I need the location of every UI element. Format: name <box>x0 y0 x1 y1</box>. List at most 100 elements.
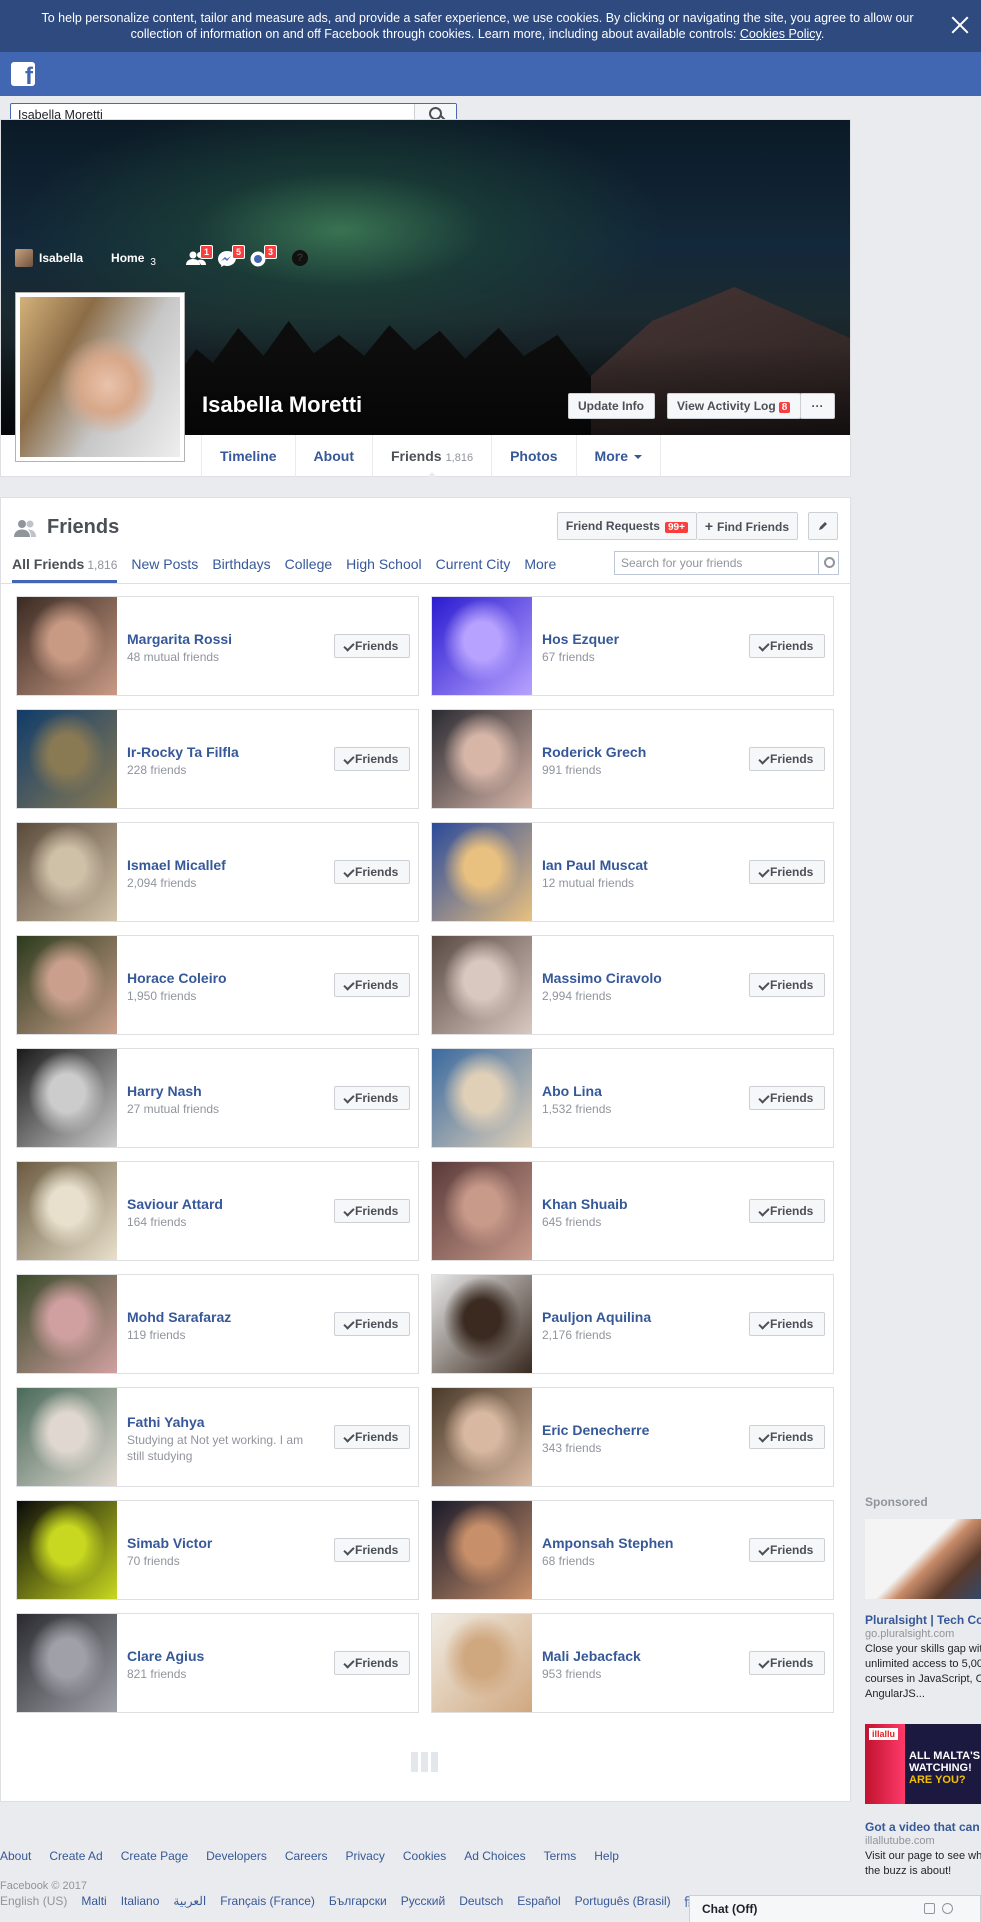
friend-photo[interactable] <box>17 1049 117 1147</box>
friend-subtitle[interactable]: Studying at Not yet working. I am still … <box>127 1432 307 1464</box>
language-link[interactable]: العربية <box>173 1894 206 1911</box>
friend-subtitle[interactable]: 68 friends <box>542 1553 722 1569</box>
subtab-current-city[interactable]: Current City <box>436 554 511 575</box>
friend-subtitle[interactable]: 1,950 friends <box>127 988 307 1004</box>
language-link[interactable]: Русский <box>401 1894 446 1911</box>
ad-image[interactable]: illallu ALL MALTA'S WATCHING! ARE YOU? <box>865 1724 981 1804</box>
avatar[interactable] <box>15 249 33 267</box>
subtab-new-posts[interactable]: New Posts <box>131 554 198 575</box>
friend-name[interactable]: Ir-Rocky Ta Filfla <box>127 744 239 760</box>
friend-photo[interactable] <box>432 936 532 1034</box>
friends-status-button[interactable]: Friends <box>749 1199 825 1223</box>
friend-photo[interactable] <box>17 936 117 1034</box>
ad-url[interactable]: illallutube.com <box>865 1835 981 1847</box>
friends-search-input[interactable] <box>615 552 815 574</box>
friends-status-button[interactable]: Friends <box>749 1538 825 1562</box>
friend-subtitle[interactable]: 2,994 friends <box>542 988 722 1004</box>
friend-name[interactable]: Mali Jebacfack <box>542 1648 641 1664</box>
friend-photo[interactable] <box>432 1501 532 1599</box>
friend-subtitle[interactable]: 2,176 friends <box>542 1327 722 1343</box>
friend-photo[interactable] <box>17 1275 117 1373</box>
friend-photo[interactable] <box>17 710 117 808</box>
friend-name[interactable]: Horace Coleiro <box>127 970 227 986</box>
friend-subtitle[interactable]: 27 mutual friends <box>127 1101 307 1117</box>
language-link[interactable]: Italiano <box>121 1894 160 1911</box>
friends-status-button[interactable]: Friends <box>334 860 410 884</box>
messages-icon[interactable]: 5 <box>217 245 245 267</box>
language-link[interactable]: Français (France) <box>220 1894 315 1911</box>
friend-name[interactable]: Ian Paul Muscat <box>542 857 648 873</box>
friend-subtitle[interactable]: 645 friends <box>542 1214 722 1230</box>
friend-subtitle[interactable]: 119 friends <box>127 1327 307 1343</box>
nav-home-link[interactable]: Home <box>111 251 144 265</box>
friend-name[interactable]: Margarita Rossi <box>127 631 232 647</box>
friend-name[interactable]: Clare Agius <box>127 1648 204 1664</box>
notifications-icon[interactable]: 3 <box>250 245 277 267</box>
friend-name[interactable]: Fathi Yahya <box>127 1414 205 1430</box>
tab-photos[interactable]: Photos <box>491 435 575 477</box>
tab-timeline[interactable]: Timeline <box>201 435 295 477</box>
friends-status-button[interactable]: Friends <box>334 1538 410 1562</box>
footer-link[interactable]: About <box>0 1849 31 1863</box>
friends-status-button[interactable]: Friends <box>334 747 410 771</box>
close-icon[interactable] <box>949 14 971 36</box>
friend-subtitle[interactable]: 343 friends <box>542 1440 722 1456</box>
friend-photo[interactable] <box>432 597 532 695</box>
friend-photo[interactable] <box>432 710 532 808</box>
friend-requests-button[interactable]: Friend Requests 99+ <box>556 512 697 540</box>
friend-name[interactable]: Mohd Sarafaraz <box>127 1309 231 1325</box>
friend-subtitle[interactable]: 67 friends <box>542 649 722 665</box>
nav-user-link[interactable]: Isabella <box>39 251 83 265</box>
friends-status-button[interactable]: Friends <box>334 1199 410 1223</box>
friend-subtitle[interactable]: 821 friends <box>127 1666 307 1682</box>
friend-name[interactable]: Abo Lina <box>542 1083 602 1099</box>
subtab-high-school[interactable]: High School <box>346 554 422 575</box>
ad-image[interactable] <box>865 1519 981 1599</box>
tab-more[interactable]: More <box>575 435 661 477</box>
friend-name[interactable]: Amponsah Stephen <box>542 1535 673 1551</box>
friends-status-button[interactable]: Friends <box>749 747 825 771</box>
friend-photo[interactable] <box>17 823 117 921</box>
friends-status-button[interactable]: Friends <box>749 1651 825 1675</box>
facebook-logo[interactable]: f <box>11 62 35 86</box>
language-link[interactable]: Português (Brasil) <box>575 1894 671 1911</box>
subtab-birthdays[interactable]: Birthdays <box>212 554 270 575</box>
friend-name[interactable]: Massimo Ciravolo <box>542 970 662 986</box>
friends-status-button[interactable]: Friends <box>749 1425 825 1449</box>
friends-status-button[interactable]: Friends <box>749 860 825 884</box>
find-friends-button[interactable]: + Find Friends <box>696 512 798 540</box>
friend-photo[interactable] <box>432 1388 532 1486</box>
footer-link[interactable]: Terms <box>544 1849 577 1863</box>
friend-subtitle[interactable]: 2,094 friends <box>127 875 307 891</box>
footer-link[interactable]: Privacy <box>346 1849 385 1863</box>
language-link[interactable]: Español <box>517 1894 560 1911</box>
friend-name[interactable]: Simab Victor <box>127 1535 212 1551</box>
friend-name[interactable]: Saviour Attard <box>127 1196 223 1212</box>
friend-name[interactable]: Hos Ezquer <box>542 631 619 647</box>
friend-subtitle[interactable]: 1,532 friends <box>542 1101 722 1117</box>
friend-photo[interactable] <box>432 1614 532 1712</box>
gear-icon[interactable] <box>942 1903 953 1914</box>
friends-status-button[interactable]: Friends <box>749 634 825 658</box>
more-options-button[interactable]: ··· <box>800 393 835 419</box>
chat-bar[interactable]: Chat (Off) <box>689 1895 981 1922</box>
friend-photo[interactable] <box>432 1275 532 1373</box>
friend-name[interactable]: Ismael Micallef <box>127 857 226 873</box>
help-icon[interactable]: ? <box>291 250 308 266</box>
footer-link[interactable]: Developers <box>206 1849 267 1863</box>
friend-name[interactable]: Roderick Grech <box>542 744 646 760</box>
friend-photo[interactable] <box>432 1049 532 1147</box>
subtab-more[interactable]: More <box>524 554 556 575</box>
update-info-button[interactable]: Update Info <box>568 393 655 419</box>
friends-status-button[interactable]: Friends <box>334 1425 410 1449</box>
friend-subtitle[interactable]: 991 friends <box>542 762 722 778</box>
footer-link[interactable]: Ad Choices <box>464 1849 525 1863</box>
footer-link[interactable]: Create Ad <box>49 1849 102 1863</box>
friend-subtitle[interactable]: 48 mutual friends <box>127 649 307 665</box>
language-link[interactable]: Malti <box>81 1894 106 1911</box>
friend-name[interactable]: Harry Nash <box>127 1083 202 1099</box>
subtab-college[interactable]: College <box>285 554 332 575</box>
friends-status-button[interactable]: Friends <box>334 1651 410 1675</box>
profile-picture[interactable] <box>15 292 185 462</box>
search-icon[interactable] <box>818 552 838 574</box>
